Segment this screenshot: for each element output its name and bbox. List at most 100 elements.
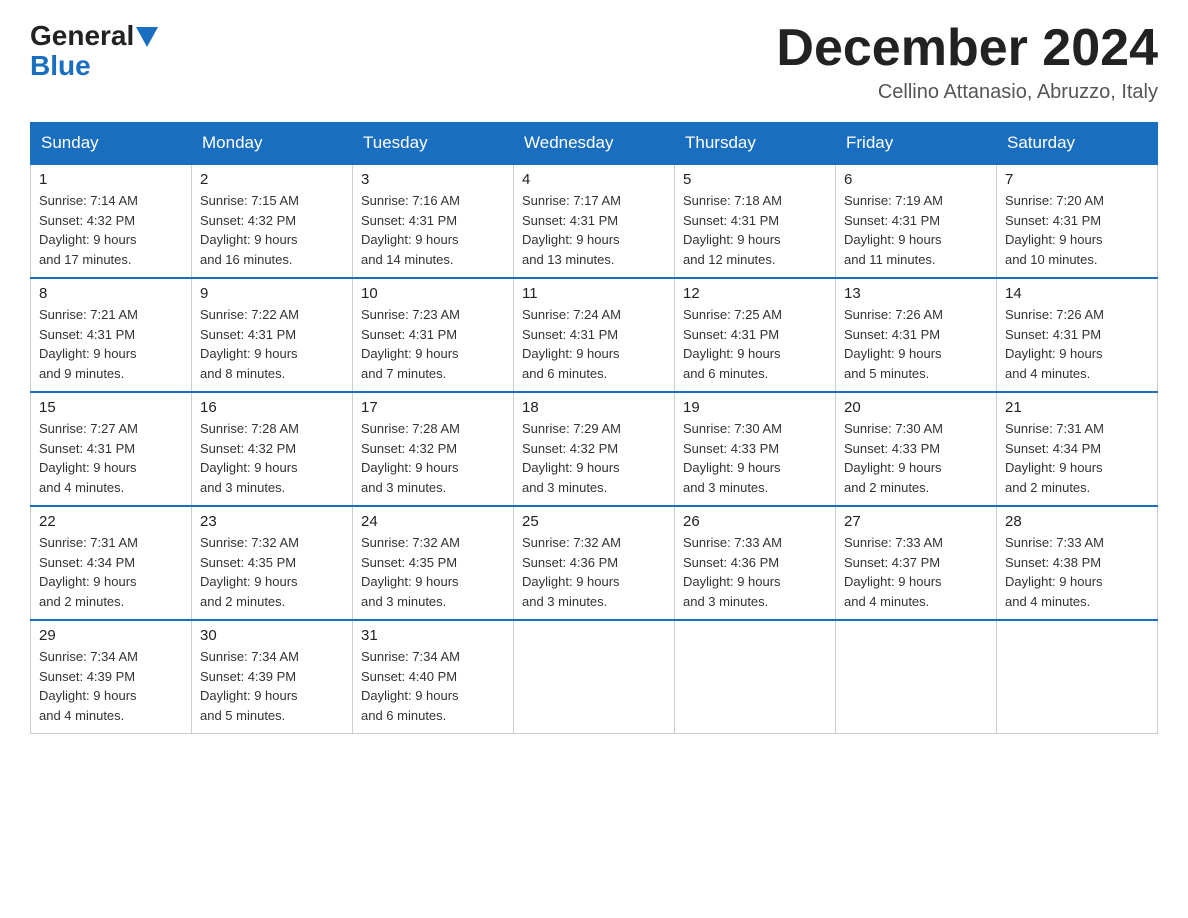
- day-number: 3: [361, 171, 505, 188]
- calendar-week-row: 1 Sunrise: 7:14 AMSunset: 4:32 PMDaylight…: [31, 164, 1158, 278]
- calendar-header-row: Sunday Monday Tuesday Wednesday Thursday…: [31, 123, 1158, 165]
- day-number: 12: [683, 285, 827, 302]
- day-info: Sunrise: 7:14 AMSunset: 4:32 PMDaylight:…: [39, 191, 183, 269]
- calendar-day-cell: 28 Sunrise: 7:33 AMSunset: 4:38 PMDayligh…: [997, 506, 1158, 620]
- day-number: 14: [1005, 285, 1149, 302]
- day-info: Sunrise: 7:23 AMSunset: 4:31 PMDaylight:…: [361, 305, 505, 383]
- day-info: Sunrise: 7:21 AMSunset: 4:31 PMDaylight:…: [39, 305, 183, 383]
- day-info: Sunrise: 7:17 AMSunset: 4:31 PMDaylight:…: [522, 191, 666, 269]
- day-info: Sunrise: 7:31 AMSunset: 4:34 PMDaylight:…: [39, 533, 183, 611]
- day-number: 23: [200, 513, 344, 530]
- day-info: Sunrise: 7:33 AMSunset: 4:36 PMDaylight:…: [683, 533, 827, 611]
- calendar-empty-cell: [675, 620, 836, 734]
- day-info: Sunrise: 7:28 AMSunset: 4:32 PMDaylight:…: [200, 419, 344, 497]
- calendar-day-cell: 26 Sunrise: 7:33 AMSunset: 4:36 PMDayligh…: [675, 506, 836, 620]
- day-info: Sunrise: 7:26 AMSunset: 4:31 PMDaylight:…: [1005, 305, 1149, 383]
- day-info: Sunrise: 7:27 AMSunset: 4:31 PMDaylight:…: [39, 419, 183, 497]
- day-info: Sunrise: 7:15 AMSunset: 4:32 PMDaylight:…: [200, 191, 344, 269]
- day-number: 15: [39, 399, 183, 416]
- day-number: 17: [361, 399, 505, 416]
- col-monday: Monday: [192, 123, 353, 165]
- location: Cellino Attanasio, Abruzzo, Italy: [776, 81, 1158, 104]
- calendar-day-cell: 27Sunrise: 7:33 AMSunset: 4:37 PMDayligh…: [836, 506, 997, 620]
- calendar-day-cell: 7 Sunrise: 7:20 AMSunset: 4:31 PMDaylight…: [997, 164, 1158, 278]
- day-info: Sunrise: 7:34 AMSunset: 4:39 PMDaylight:…: [200, 647, 344, 725]
- logo-triangle-icon: [136, 27, 158, 47]
- day-number: 19: [683, 399, 827, 416]
- day-info: Sunrise: 7:24 AMSunset: 4:31 PMDaylight:…: [522, 305, 666, 383]
- day-number: 21: [1005, 399, 1149, 416]
- day-info: Sunrise: 7:33 AMSunset: 4:38 PMDaylight:…: [1005, 533, 1149, 611]
- calendar-day-cell: 11Sunrise: 7:24 AMSunset: 4:31 PMDayligh…: [514, 278, 675, 392]
- day-info: Sunrise: 7:30 AMSunset: 4:33 PMDaylight:…: [844, 419, 988, 497]
- day-number: 9: [200, 285, 344, 302]
- calendar-day-cell: 4 Sunrise: 7:17 AMSunset: 4:31 PMDaylight…: [514, 164, 675, 278]
- col-saturday: Saturday: [997, 123, 1158, 165]
- col-sunday: Sunday: [31, 123, 192, 165]
- calendar-day-cell: 1 Sunrise: 7:14 AMSunset: 4:32 PMDaylight…: [31, 164, 192, 278]
- calendar-day-cell: 18Sunrise: 7:29 AMSunset: 4:32 PMDayligh…: [514, 392, 675, 506]
- day-info: Sunrise: 7:22 AMSunset: 4:31 PMDaylight:…: [200, 305, 344, 383]
- col-tuesday: Tuesday: [353, 123, 514, 165]
- day-info: Sunrise: 7:32 AMSunset: 4:35 PMDaylight:…: [200, 533, 344, 611]
- logo: General Blue: [30, 20, 158, 80]
- day-info: Sunrise: 7:29 AMSunset: 4:32 PMDaylight:…: [522, 419, 666, 497]
- page-header: General Blue December 2024 Cellino Attan…: [30, 20, 1158, 104]
- day-number: 29: [39, 627, 183, 644]
- day-number: 25: [522, 513, 666, 530]
- calendar-day-cell: 31 Sunrise: 7:34 AMSunset: 4:40 PMDayligh…: [353, 620, 514, 734]
- day-number: 30: [200, 627, 344, 644]
- calendar-day-cell: 29 Sunrise: 7:34 AMSunset: 4:39 PMDayligh…: [31, 620, 192, 734]
- day-number: 26: [683, 513, 827, 530]
- day-number: 16: [200, 399, 344, 416]
- col-friday: Friday: [836, 123, 997, 165]
- calendar-day-cell: 17 Sunrise: 7:28 AMSunset: 4:32 PMDayligh…: [353, 392, 514, 506]
- day-info: Sunrise: 7:25 AMSunset: 4:31 PMDaylight:…: [683, 305, 827, 383]
- calendar-day-cell: 8 Sunrise: 7:21 AMSunset: 4:31 PMDaylight…: [31, 278, 192, 392]
- calendar-day-cell: 22 Sunrise: 7:31 AMSunset: 4:34 PMDayligh…: [31, 506, 192, 620]
- month-title: December 2024: [776, 20, 1158, 77]
- day-info: Sunrise: 7:34 AMSunset: 4:39 PMDaylight:…: [39, 647, 183, 725]
- calendar-week-row: 22 Sunrise: 7:31 AMSunset: 4:34 PMDayligh…: [31, 506, 1158, 620]
- calendar-day-cell: 5Sunrise: 7:18 AMSunset: 4:31 PMDaylight…: [675, 164, 836, 278]
- calendar-day-cell: 30 Sunrise: 7:34 AMSunset: 4:39 PMDayligh…: [192, 620, 353, 734]
- day-info: Sunrise: 7:20 AMSunset: 4:31 PMDaylight:…: [1005, 191, 1149, 269]
- calendar-day-cell: 14 Sunrise: 7:26 AMSunset: 4:31 PMDayligh…: [997, 278, 1158, 392]
- calendar-day-cell: 15 Sunrise: 7:27 AMSunset: 4:31 PMDayligh…: [31, 392, 192, 506]
- calendar-day-cell: 6Sunrise: 7:19 AMSunset: 4:31 PMDaylight…: [836, 164, 997, 278]
- calendar-day-cell: 9 Sunrise: 7:22 AMSunset: 4:31 PMDaylight…: [192, 278, 353, 392]
- day-number: 13: [844, 285, 988, 302]
- day-number: 10: [361, 285, 505, 302]
- calendar-day-cell: 13 Sunrise: 7:26 AMSunset: 4:31 PMDayligh…: [836, 278, 997, 392]
- day-number: 31: [361, 627, 505, 644]
- day-number: 28: [1005, 513, 1149, 530]
- day-number: 22: [39, 513, 183, 530]
- day-number: 24: [361, 513, 505, 530]
- day-info: Sunrise: 7:32 AMSunset: 4:36 PMDaylight:…: [522, 533, 666, 611]
- calendar-day-cell: 23 Sunrise: 7:32 AMSunset: 4:35 PMDayligh…: [192, 506, 353, 620]
- day-info: Sunrise: 7:34 AMSunset: 4:40 PMDaylight:…: [361, 647, 505, 725]
- day-info: Sunrise: 7:28 AMSunset: 4:32 PMDaylight:…: [361, 419, 505, 497]
- day-info: Sunrise: 7:19 AMSunset: 4:31 PMDaylight:…: [844, 191, 988, 269]
- day-info: Sunrise: 7:30 AMSunset: 4:33 PMDaylight:…: [683, 419, 827, 497]
- day-info: Sunrise: 7:31 AMSunset: 4:34 PMDaylight:…: [1005, 419, 1149, 497]
- calendar-empty-cell: [836, 620, 997, 734]
- day-info: Sunrise: 7:26 AMSunset: 4:31 PMDaylight:…: [844, 305, 988, 383]
- calendar-day-cell: 24Sunrise: 7:32 AMSunset: 4:35 PMDayligh…: [353, 506, 514, 620]
- day-number: 7: [1005, 171, 1149, 188]
- calendar-table: Sunday Monday Tuesday Wednesday Thursday…: [30, 122, 1158, 734]
- calendar-day-cell: 2 Sunrise: 7:15 AMSunset: 4:32 PMDaylight…: [192, 164, 353, 278]
- day-number: 8: [39, 285, 183, 302]
- calendar-week-row: 8 Sunrise: 7:21 AMSunset: 4:31 PMDaylight…: [31, 278, 1158, 392]
- day-info: Sunrise: 7:16 AMSunset: 4:31 PMDaylight:…: [361, 191, 505, 269]
- logo-general: General: [30, 20, 134, 52]
- col-wednesday: Wednesday: [514, 123, 675, 165]
- calendar-day-cell: 21 Sunrise: 7:31 AMSunset: 4:34 PMDayligh…: [997, 392, 1158, 506]
- day-number: 4: [522, 171, 666, 188]
- calendar-week-row: 15 Sunrise: 7:27 AMSunset: 4:31 PMDayligh…: [31, 392, 1158, 506]
- calendar-day-cell: 12 Sunrise: 7:25 AMSunset: 4:31 PMDayligh…: [675, 278, 836, 392]
- day-number: 1: [39, 171, 183, 188]
- calendar-day-cell: 10 Sunrise: 7:23 AMSunset: 4:31 PMDayligh…: [353, 278, 514, 392]
- calendar-day-cell: 16 Sunrise: 7:28 AMSunset: 4:32 PMDayligh…: [192, 392, 353, 506]
- day-number: 2: [200, 171, 344, 188]
